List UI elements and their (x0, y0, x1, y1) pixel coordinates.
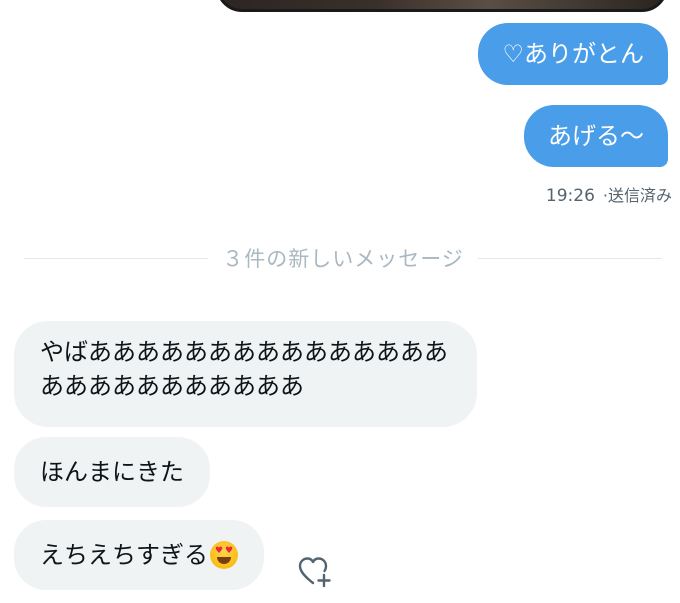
sent-message-bubble[interactable]: あげる〜 (524, 105, 668, 167)
message-status: ·送信済み (602, 186, 672, 205)
received-message-bubble[interactable]: えちえちすぎる ♥ ♥ (14, 520, 264, 590)
sent-message-text: あげる〜 (548, 122, 644, 150)
new-messages-divider: ３件の新しいメッセージ (24, 243, 662, 273)
received-message-text: やばああああああああああああああああああああああああああ (40, 338, 448, 400)
message-time: 19:26 (545, 186, 595, 206)
divider-line (477, 257, 662, 259)
new-messages-label: ３件の新しいメッセージ (222, 247, 464, 271)
sent-message-text: ♡ありがとん (502, 40, 644, 68)
sent-message-bubble[interactable]: ♡ありがとん (478, 23, 668, 85)
received-message-text: えちえちすぎる (40, 541, 208, 569)
message-meta: 19:26 ·送信済み (546, 182, 672, 206)
received-message-bubble[interactable]: やばああああああああああああああああああああああああああ (14, 321, 477, 427)
heart-eyes-emoji-icon: ♥ ♥ (210, 541, 238, 569)
heart-plus-icon[interactable] (298, 556, 332, 588)
divider-line (24, 257, 209, 259)
dm-conversation: ♡ありがとん あげる〜 19:26 ·送信済み ３件の新しいメッセージ やばああ… (0, 0, 680, 603)
media-preview[interactable] (216, 0, 668, 12)
received-message-bubble[interactable]: ほんまにきた (14, 437, 210, 507)
received-message-text: ほんまにきた (40, 458, 184, 486)
